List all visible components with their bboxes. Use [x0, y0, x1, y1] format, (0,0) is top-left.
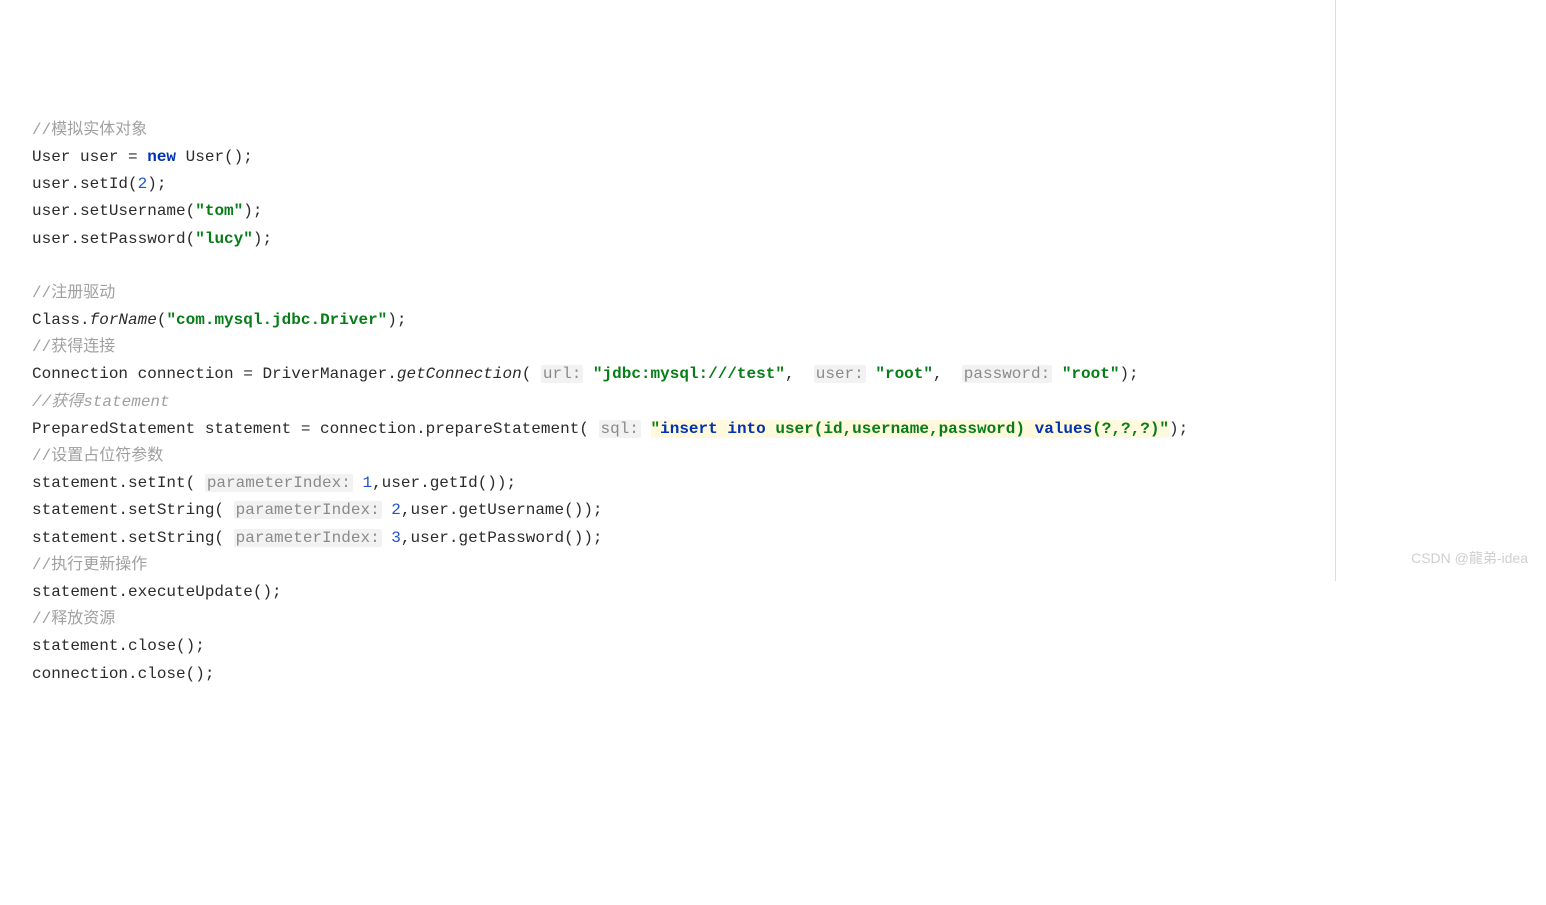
watermark: CSDN @龍弟-idea — [1411, 547, 1528, 571]
code-line: PreparedStatement statement = connection… — [32, 420, 1188, 438]
code-block: //模拟实体对象 User user = new User(); user.se… — [0, 117, 1546, 688]
param-hint: user: — [814, 365, 866, 383]
param-hint: parameterIndex: — [234, 501, 382, 519]
code-line: Connection connection = DriverManager.ge… — [32, 365, 1139, 383]
comment: //执行更新操作 — [32, 556, 147, 574]
margin-guide — [1335, 0, 1336, 581]
code-line: Class.forName("com.mysql.jdbc.Driver"); — [32, 311, 406, 329]
param-hint: sql: — [599, 420, 641, 438]
code-line: User user = new User(); — [32, 148, 253, 166]
code-line: user.setId(2); — [32, 175, 166, 193]
code-line: user.setUsername("tom"); — [32, 202, 262, 220]
param-hint: password: — [962, 365, 1052, 383]
code-line: statement.setInt( parameterIndex: 1,user… — [32, 474, 516, 492]
comment: //获得statement — [32, 393, 170, 411]
code-line: statement.close(); — [32, 637, 205, 655]
comment: //模拟实体对象 — [32, 121, 147, 139]
code-line: statement.setString( parameterIndex: 3,u… — [32, 529, 603, 547]
comment: //释放资源 — [32, 610, 115, 628]
code-line: statement.executeUpdate(); — [32, 583, 282, 601]
comment: //设置占位符参数 — [32, 447, 163, 465]
param-hint: parameterIndex: — [234, 529, 382, 547]
comment: //注册驱动 — [32, 284, 115, 302]
param-hint: parameterIndex: — [205, 474, 353, 492]
param-hint: url: — [541, 365, 583, 383]
code-line: connection.close(); — [32, 665, 214, 683]
code-line: user.setPassword("lucy"); — [32, 230, 272, 248]
comment: //获得连接 — [32, 338, 115, 356]
code-line: statement.setString( parameterIndex: 2,u… — [32, 501, 603, 519]
